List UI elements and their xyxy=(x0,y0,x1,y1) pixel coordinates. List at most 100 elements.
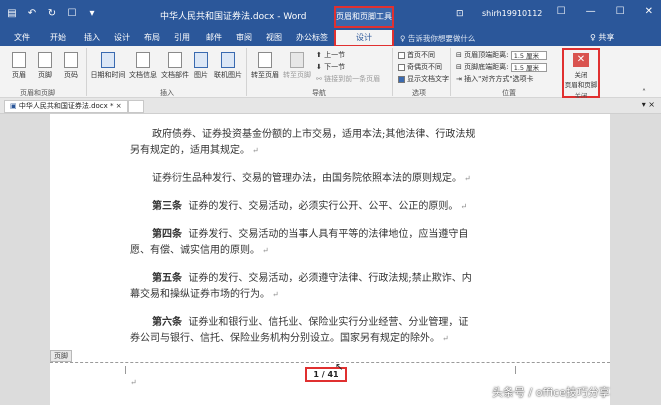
word-doc-icon: ▣ xyxy=(10,102,17,110)
checkbox-checked-icon xyxy=(398,75,405,83)
body-line[interactable]: 证券衍生品种发行、交易的管理办法，由国务院依照本法的原则规定。 ↵ xyxy=(152,169,471,184)
body-line[interactable]: 愿、有偿、诚实信用的原则。 ↵ xyxy=(130,241,269,256)
margin-corner-mark xyxy=(515,366,523,374)
maximize-icon[interactable]: ☐ xyxy=(616,6,625,17)
footer-separator xyxy=(50,362,610,363)
tab-layout[interactable]: 布局 xyxy=(144,32,160,43)
tab-design[interactable]: 设计 xyxy=(114,32,130,43)
document-tab[interactable]: ▣ 中华人民共和国证券法.docx * × xyxy=(4,100,128,113)
customize-icon[interactable]: ▾ xyxy=(86,8,98,20)
body-line[interactable]: 另有规定的，适用其规定。 ↵ xyxy=(130,141,259,156)
date-time-button[interactable]: 日期和时间 xyxy=(90,52,126,80)
body-line[interactable]: 券公司与银行、信托、保险业务机构分别设立。国家另有规定的除外。 ↵ xyxy=(130,329,449,344)
tab-references[interactable]: 引用 xyxy=(174,32,190,43)
arrow-down-icon: ⬇ xyxy=(316,63,322,71)
goto-footer-icon xyxy=(290,52,304,68)
checkbox-icon xyxy=(398,63,405,71)
header-distance-field[interactable]: ⊟ 页眉顶端距离: 1.5 厘米 xyxy=(456,50,547,60)
account-icon[interactable]: ⊡ xyxy=(456,9,464,19)
tab-home[interactable]: 开始 xyxy=(50,32,66,43)
checkbox-icon xyxy=(398,51,405,59)
minimize-icon[interactable]: — xyxy=(586,6,596,17)
page-number-button[interactable]: 页码 xyxy=(60,52,82,80)
tab-file[interactable]: 文件 xyxy=(14,32,30,43)
footer-distance-input[interactable]: 1.5 厘米 xyxy=(510,62,547,72)
body-line[interactable]: 第四条 证券发行、交易活动的当事人具有平等的法律地位，应当遵守自 xyxy=(152,225,468,240)
article-number: 第五条 xyxy=(152,273,182,284)
tab-hf-design[interactable]: 设计 xyxy=(334,30,394,47)
group-label-insert: 插入 xyxy=(160,89,174,97)
article-number: 第六条 xyxy=(152,317,182,328)
header-icon xyxy=(12,52,26,68)
header-button[interactable]: 页眉 xyxy=(8,52,30,80)
doc-info-button[interactable]: 文档信息 xyxy=(128,52,158,80)
body-line[interactable]: 第五条 证券的发行、交易活动，必须遵守法律、行政法规;禁止欺诈、内 xyxy=(152,269,472,284)
ribbon-display-icon[interactable]: ☐ xyxy=(557,6,566,17)
close-header-footer-button[interactable]: ✕ 关闭 页眉和页脚 关闭 xyxy=(562,48,600,100)
picture-icon xyxy=(194,52,208,68)
contextual-tool-title: 页眉和页脚工具 xyxy=(334,6,394,28)
tab-mailings[interactable]: 邮件 xyxy=(206,32,222,43)
ribbon-divider xyxy=(86,48,87,96)
share-button[interactable]: ♀ 共享 xyxy=(590,32,614,43)
tab-office-tab[interactable]: 办公标签 xyxy=(296,32,328,43)
group-label-position: 位置 xyxy=(502,89,516,97)
goto-footer-button[interactable]: 转至页脚 xyxy=(282,52,312,80)
touch-icon[interactable]: ☐ xyxy=(66,8,78,20)
header-distance-input[interactable]: 1.5 厘米 xyxy=(510,50,547,60)
article-number: 第三条 xyxy=(152,201,182,212)
footer-distance-icon: ⊟ xyxy=(456,63,462,71)
tab-insert[interactable]: 插入 xyxy=(84,32,100,43)
page-number-icon xyxy=(64,52,78,68)
ribbon-divider xyxy=(246,48,247,96)
picture-button[interactable]: 图片 xyxy=(192,52,210,80)
footer-para-mark: ↵ xyxy=(130,378,137,387)
close-tab-icon[interactable]: × xyxy=(116,102,122,110)
tab-list-icon[interactable]: ▾ × xyxy=(642,100,655,109)
quick-access-toolbar: ▤ ↶ ↻ ☐ ▾ xyxy=(6,8,98,20)
account-name[interactable]: shirh19910112 xyxy=(482,9,542,18)
tab-view[interactable]: 视图 xyxy=(266,32,282,43)
undo-icon[interactable]: ↶ xyxy=(26,8,38,20)
document-tab-strip: ▣ 中华人民共和国证券法.docx * × ▾ × xyxy=(0,98,661,114)
tell-me-search[interactable]: ♀ 告诉我你想要做什么 xyxy=(400,33,475,44)
footer-icon xyxy=(38,52,52,68)
window-title: 中华人民共和国证券法.docx - Word xyxy=(160,12,307,22)
redo-icon[interactable]: ↻ xyxy=(46,8,58,20)
different-first-page-checkbox[interactable]: 首页不同 xyxy=(398,50,435,60)
arrow-up-icon: ⬆ xyxy=(316,51,322,59)
save-icon[interactable]: ▤ xyxy=(6,8,18,20)
ribbon-tabs: 文件 开始 插入 设计 布局 引用 邮件 审阅 视图 办公标签 设计 ♀ 告诉我… xyxy=(0,30,661,47)
article-number: 第四条 xyxy=(152,229,182,240)
body-line[interactable]: 幕交易和操纵证券市场的行为。 ↵ xyxy=(130,285,279,300)
online-picture-button[interactable]: 联机图片 xyxy=(212,52,244,80)
goto-header-button[interactable]: 转至页眉 xyxy=(250,52,280,80)
group-label-header-footer: 页眉和页脚 xyxy=(20,89,55,97)
calendar-icon xyxy=(101,52,115,68)
doc-info-icon xyxy=(136,52,150,68)
next-section-button[interactable]: ⬇ 下一节 xyxy=(316,62,345,72)
body-line[interactable]: 第六条 证券业和银行业、信托业、保险业实行分业经营、分业管理，证 xyxy=(152,313,468,328)
tab-review[interactable]: 审阅 xyxy=(236,32,252,43)
body-line[interactable]: 政府债券、证券投资基金份额的上市交易，适用本法;其他法律、行政法规 xyxy=(152,125,475,140)
group-label-navigation: 导航 xyxy=(312,89,326,97)
close-icon: ✕ xyxy=(573,53,589,67)
quick-parts-button[interactable]: 文档部件 xyxy=(160,52,190,80)
show-document-text-checkbox[interactable]: 显示文档文字 xyxy=(398,74,449,84)
goto-header-icon xyxy=(258,52,272,68)
collapse-ribbon-icon[interactable]: ˄ xyxy=(642,88,646,97)
footer-button[interactable]: 页脚 xyxy=(34,52,56,80)
different-odd-even-checkbox[interactable]: 奇偶页不同 xyxy=(398,62,442,72)
close-window-icon[interactable]: ✕ xyxy=(645,6,653,17)
title-bar: ▤ ↶ ↻ ☐ ▾ 中华人民共和国证券法.docx - Word 页眉和页脚工具… xyxy=(0,0,661,30)
previous-section-button[interactable]: ⬆ 上一节 xyxy=(316,50,345,60)
insert-alignment-tab-button[interactable]: ⇥ 插入"对齐方式"选项卡 xyxy=(456,74,534,84)
link-to-previous-button[interactable]: ⚯ 链接到前一条页眉 xyxy=(316,74,380,84)
group-label-options: 选项 xyxy=(412,89,426,97)
mouse-cursor-icon: ↖ xyxy=(335,362,344,373)
body-line[interactable]: 第三条 证券的发行、交易活动，必须实行公开、公平、公正的原则。 ↵ xyxy=(152,197,467,212)
ribbon-divider xyxy=(392,48,393,96)
quick-parts-icon xyxy=(168,52,182,68)
footer-distance-field[interactable]: ⊟ 页脚底端距离: 1.5 厘米 xyxy=(456,62,547,72)
new-tab-button[interactable] xyxy=(128,100,144,113)
